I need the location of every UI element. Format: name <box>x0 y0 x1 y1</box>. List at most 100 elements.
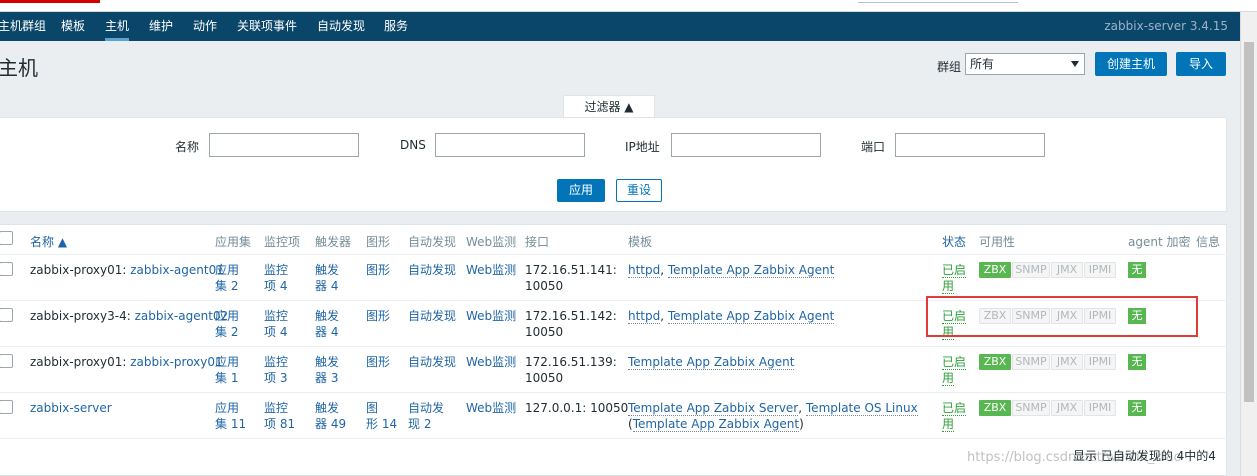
status-toggle[interactable]: 已启用 <box>942 354 967 386</box>
nav-item-templates[interactable]: 模板 <box>61 12 85 41</box>
discovery-line1[interactable]: 自动发现 <box>408 263 456 277</box>
group-select[interactable]: 所有 <box>965 53 1085 75</box>
items-line1[interactable]: 监控 <box>264 309 288 323</box>
select-all-checkbox[interactable] <box>0 231 13 245</box>
triggers-link[interactable]: 触发器 49 <box>315 400 346 432</box>
triggers-line1[interactable]: 触发 <box>315 263 339 277</box>
items-link[interactable]: 监控项 81 <box>264 400 295 432</box>
template-link[interactable]: Template App Zabbix Agent <box>632 417 800 432</box>
graphs-line1[interactable]: 图形 <box>366 355 390 369</box>
nav-item-maintenance[interactable]: 维护 <box>149 12 173 41</box>
graphs-link[interactable]: 图形 <box>366 262 390 278</box>
host-link[interactable]: zabbix-agent01 <box>130 263 224 277</box>
items-line2[interactable]: 项 3 <box>264 371 287 385</box>
triggers-line1[interactable]: 触发 <box>315 355 339 369</box>
filter-tab[interactable]: 过滤器 ▲ <box>563 95 655 117</box>
status-line2[interactable]: 用 <box>942 417 955 432</box>
items-line1[interactable]: 监控 <box>264 355 288 369</box>
items-line2[interactable]: 项 81 <box>264 417 295 431</box>
row-checkbox[interactable] <box>0 262 13 276</box>
filter-port-input[interactable] <box>895 133 1045 157</box>
status-line1[interactable]: 已启 <box>942 263 967 278</box>
discovery-link[interactable]: 自动发现 2 <box>408 400 444 432</box>
filter-dns-input[interactable] <box>435 133 585 157</box>
status-line2[interactable]: 用 <box>942 279 955 294</box>
nav-item-host-groups[interactable]: 主机群组 <box>0 12 46 41</box>
global-search-input[interactable] <box>858 0 1018 3</box>
nav-item-hosts[interactable]: 主机 <box>105 12 130 41</box>
graphs-link[interactable]: 图形 <box>366 354 390 370</box>
template-link[interactable]: Template App Zabbix Agent <box>667 309 835 324</box>
page-scrollbar[interactable] <box>1240 12 1257 476</box>
web-link[interactable]: Web监测 <box>466 308 516 324</box>
items-link[interactable]: 监控项 4 <box>264 308 288 340</box>
filter-ip-input[interactable] <box>671 133 821 157</box>
apps-link[interactable]: 应用集 2 <box>215 308 239 340</box>
graphs-line2[interactable]: 形 14 <box>366 417 397 431</box>
nav-item-discovery[interactable]: 自动发现 <box>317 12 365 41</box>
triggers-line2[interactable]: 器 4 <box>315 279 338 293</box>
apps-line1[interactable]: 应用 <box>215 355 239 369</box>
apps-link[interactable]: 应用集 11 <box>215 400 246 432</box>
import-button[interactable]: 导入 <box>1176 52 1226 76</box>
row-checkbox[interactable] <box>0 308 13 322</box>
template-link[interactable]: httpd <box>628 309 661 324</box>
template-link[interactable]: httpd <box>628 263 661 278</box>
graphs-line1[interactable]: 图形 <box>366 263 390 277</box>
status-toggle[interactable]: 已启用 <box>942 400 967 432</box>
discovery-link[interactable]: 自动发现 <box>408 308 456 324</box>
triggers-line2[interactable]: 器 3 <box>315 371 338 385</box>
triggers-line1[interactable]: 触发 <box>315 309 339 323</box>
discovery-line1[interactable]: 自动发现 <box>408 309 456 323</box>
status-line1[interactable]: 已启 <box>942 401 967 416</box>
triggers-link[interactable]: 触发器 4 <box>315 262 339 294</box>
apps-line2[interactable]: 集 1 <box>215 371 238 385</box>
triggers-line2[interactable]: 器 49 <box>315 417 346 431</box>
items-link[interactable]: 监控项 3 <box>264 354 288 386</box>
status-line1[interactable]: 已启 <box>942 355 967 370</box>
status-line2[interactable]: 用 <box>942 371 955 386</box>
apps-line1[interactable]: 应用 <box>215 401 239 415</box>
items-line2[interactable]: 项 4 <box>264 279 287 293</box>
nav-item-event-correlation[interactable]: 关联项事件 <box>237 12 297 41</box>
web-link[interactable]: Web监测 <box>466 354 516 370</box>
host-link[interactable]: zabbix-proxy01 <box>130 355 222 369</box>
apps-link[interactable]: 应用集 1 <box>215 354 239 386</box>
nav-item-services[interactable]: 服务 <box>384 12 408 41</box>
template-link[interactable]: Template App Zabbix Agent <box>628 355 795 370</box>
discovery-line1[interactable]: 自动发 <box>408 401 444 415</box>
apps-line2[interactable]: 集 2 <box>215 325 238 339</box>
discovery-link[interactable]: 自动发现 <box>408 354 456 370</box>
discovery-line2[interactable]: 现 2 <box>408 417 431 431</box>
apps-line2[interactable]: 集 2 <box>215 279 238 293</box>
triggers-link[interactable]: 触发器 3 <box>315 354 339 386</box>
nav-item-actions[interactable]: 动作 <box>193 12 217 41</box>
header-status[interactable]: 状态 <box>942 233 966 250</box>
scrollbar-thumb[interactable] <box>1244 42 1254 402</box>
filter-reset-button[interactable]: 重设 <box>616 179 662 202</box>
graphs-link[interactable]: 图形 14 <box>366 400 397 432</box>
items-line2[interactable]: 项 4 <box>264 325 287 339</box>
create-host-button[interactable]: 创建主机 <box>1095 52 1167 76</box>
filter-apply-button[interactable]: 应用 <box>557 179 605 202</box>
triggers-line1[interactable]: 触发 <box>315 401 339 415</box>
items-line1[interactable]: 监控 <box>264 263 288 277</box>
apps-line2[interactable]: 集 11 <box>215 417 246 431</box>
discovery-link[interactable]: 自动发现 <box>408 262 456 278</box>
web-link[interactable]: Web监测 <box>466 262 516 278</box>
items-link[interactable]: 监控项 4 <box>264 262 288 294</box>
triggers-link[interactable]: 触发器 4 <box>315 308 339 340</box>
filter-name-input[interactable] <box>209 133 359 157</box>
graphs-link[interactable]: 图形 <box>366 308 390 324</box>
graphs-line1[interactable]: 图 <box>366 401 378 415</box>
row-checkbox[interactable] <box>0 354 13 368</box>
header-name[interactable]: 名称 ▲ <box>30 233 67 250</box>
apps-link[interactable]: 应用集 2 <box>215 262 239 294</box>
items-line1[interactable]: 监控 <box>264 401 288 415</box>
template-link[interactable]: Template App Zabbix Server <box>628 401 799 416</box>
apps-line1[interactable]: 应用 <box>215 263 239 277</box>
row-checkbox[interactable] <box>0 400 13 414</box>
status-toggle[interactable]: 已启用 <box>942 262 967 294</box>
apps-line1[interactable]: 应用 <box>215 309 239 323</box>
template-link[interactable]: Template App Zabbix Agent <box>667 263 835 278</box>
